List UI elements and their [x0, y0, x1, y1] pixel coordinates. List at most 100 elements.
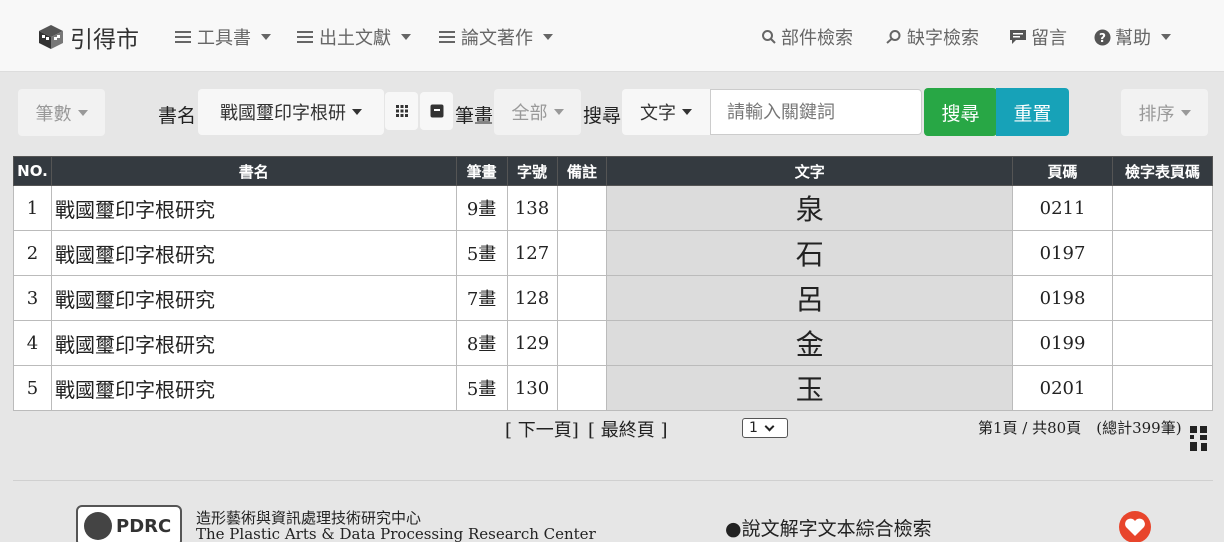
cell-strokes: 5畫 — [455, 365, 508, 411]
cell-book: 戰國璽印字根研究 — [50, 365, 457, 411]
cell-strokes: 7畫 — [455, 275, 508, 321]
keyword-input[interactable] — [710, 89, 922, 135]
col-header-char: 文字 — [606, 156, 1014, 186]
col-header-note: 備註 — [556, 156, 608, 186]
results-table: NO. 書名 筆畫 字號 備註 文字 頁碼 檢字表頁碼 1 戰國璽印字根研究 9… — [13, 156, 1213, 411]
search-type-dropdown[interactable]: 文字 — [622, 89, 710, 135]
heart-badge-icon[interactable] — [1118, 510, 1152, 542]
strokes-dropdown[interactable]: 筆數 — [18, 89, 105, 136]
archive-button[interactable] — [420, 92, 453, 130]
table-header-row: NO. 書名 筆畫 字號 備註 文字 頁碼 檢字表頁碼 — [13, 156, 1213, 186]
org-name-en: The Plastic Arts & Data Processing Resea… — [196, 525, 596, 542]
top-navbar: 引得市 工具書 出土文獻 論文著作 部件檢索 缺字檢索 留言 ? 幫助 — [0, 0, 1224, 72]
col-header-book: 書名 — [50, 156, 457, 186]
cell-char[interactable]: 玉 — [606, 365, 1014, 411]
caret-down-icon — [261, 34, 271, 40]
cell-book: 戰國璽印字根研究 — [50, 275, 457, 321]
col-header-page: 頁碼 — [1012, 156, 1114, 186]
page-summary: 第1頁 / 共80頁 (總計399筆) — [978, 419, 1182, 437]
caret-down-icon — [553, 109, 564, 115]
bars-icon — [175, 31, 191, 43]
stroke-label: 筆畫 — [455, 105, 494, 127]
cell-strokes: 8畫 — [455, 320, 508, 366]
menu-excavated-texts[interactable]: 出土文獻 — [297, 24, 411, 50]
caret-down-icon — [1180, 109, 1191, 116]
caret-down-icon — [401, 34, 411, 40]
cell-char[interactable]: 石 — [606, 230, 1014, 276]
table-row[interactable]: 2 戰國璽印字根研究 5畫 127 石 0197 — [13, 230, 1213, 276]
help-icon: ? — [1094, 29, 1111, 45]
search-label: 搜尋 — [583, 105, 622, 127]
cell-note — [556, 230, 608, 276]
cell-page: 0197 — [1012, 230, 1114, 276]
col-header-strokes: 筆畫 — [455, 156, 508, 186]
sort-dropdown[interactable]: 排序 — [1121, 89, 1208, 136]
nav-component-search[interactable]: 部件檢索 — [761, 24, 853, 50]
brand-name: 引得市 — [70, 27, 139, 53]
book-label: 書名 — [158, 105, 197, 127]
caret-down-icon — [1161, 34, 1171, 40]
cell-page: 0198 — [1012, 275, 1114, 321]
last-page-link[interactable]: [ 最終頁 ] — [588, 416, 668, 442]
cell-no: 4 — [13, 320, 52, 366]
cell-index-page — [1112, 320, 1213, 366]
nav-message[interactable]: 留言 — [1009, 24, 1067, 50]
shuowen-search-link[interactable]: ●說文解字文本綜合檢索 — [725, 514, 932, 541]
table-row[interactable]: 5 戰國璽印字根研究 5畫 130 玉 0201 — [13, 365, 1213, 411]
pdrc-logo[interactable]: PDRC — [76, 505, 182, 542]
cell-index-page — [1112, 275, 1213, 321]
stroke-dropdown[interactable]: 全部 — [494, 89, 581, 135]
cell-book: 戰國璽印字根研究 — [50, 185, 457, 231]
bars-icon — [297, 31, 313, 43]
cell-number: 127 — [506, 230, 558, 276]
footer-divider — [13, 480, 1213, 481]
cell-index-page — [1112, 185, 1213, 231]
search-icon — [762, 30, 776, 44]
cell-page: 0201 — [1012, 365, 1114, 411]
menu-reference-books[interactable]: 工具書 — [175, 24, 271, 50]
cell-number: 129 — [506, 320, 558, 366]
col-header-no: NO. — [13, 156, 52, 186]
reset-button[interactable]: 重置 — [996, 88, 1069, 136]
cell-index-page — [1112, 365, 1213, 411]
cube-logo-icon — [39, 25, 63, 49]
book-dropdown[interactable]: 戰國璽印字根研 — [198, 89, 384, 135]
cell-page: 0199 — [1012, 320, 1114, 366]
table-row[interactable]: 1 戰國璽印字根研究 9畫 138 泉 0211 — [13, 185, 1213, 231]
cell-number: 138 — [506, 185, 558, 231]
col-header-number: 字號 — [506, 156, 558, 186]
cell-index-page — [1112, 230, 1213, 276]
col-header-index-page: 檢字表頁碼 — [1112, 156, 1213, 186]
page-select[interactable]: 1 — [742, 418, 788, 438]
caret-down-icon — [682, 109, 692, 115]
caret-down-icon — [543, 34, 553, 40]
cell-no: 2 — [13, 230, 52, 276]
cell-book: 戰國璽印字根研究 — [50, 230, 457, 276]
cell-number: 128 — [506, 275, 558, 321]
next-page-link[interactable]: [ 下一頁] — [505, 416, 579, 442]
nav-missing-char-search[interactable]: 缺字檢索 — [885, 24, 979, 50]
cell-no: 5 — [13, 365, 52, 411]
search-button[interactable]: 搜尋 — [924, 88, 997, 136]
cell-char[interactable]: 呂 — [606, 275, 1014, 321]
cell-strokes: 5畫 — [455, 230, 508, 276]
cell-char[interactable]: 泉 — [606, 185, 1014, 231]
cell-note — [556, 185, 608, 231]
table-row[interactable]: 3 戰國璽印字根研究 7畫 128 呂 0198 — [13, 275, 1213, 321]
cell-note — [556, 275, 608, 321]
search-plus-icon — [886, 30, 901, 44]
cell-char[interactable]: 金 — [606, 320, 1014, 366]
svg-text:?: ? — [1099, 31, 1106, 45]
bars-icon — [439, 31, 455, 43]
brand[interactable]: 引得市 — [38, 20, 139, 54]
cell-no: 3 — [13, 275, 52, 321]
table-row[interactable]: 4 戰國璽印字根研究 8畫 129 金 0199 — [13, 320, 1213, 366]
grid-view-button[interactable] — [385, 92, 418, 130]
nav-help[interactable]: ? 幫助 — [1094, 24, 1171, 50]
comment-icon — [1010, 30, 1026, 44]
qrcode-icon[interactable] — [1190, 426, 1208, 452]
chevron-down-icon — [764, 421, 775, 431]
menu-papers[interactable]: 論文著作 — [439, 24, 553, 50]
cell-strokes: 9畫 — [455, 185, 508, 231]
cell-note — [556, 365, 608, 411]
